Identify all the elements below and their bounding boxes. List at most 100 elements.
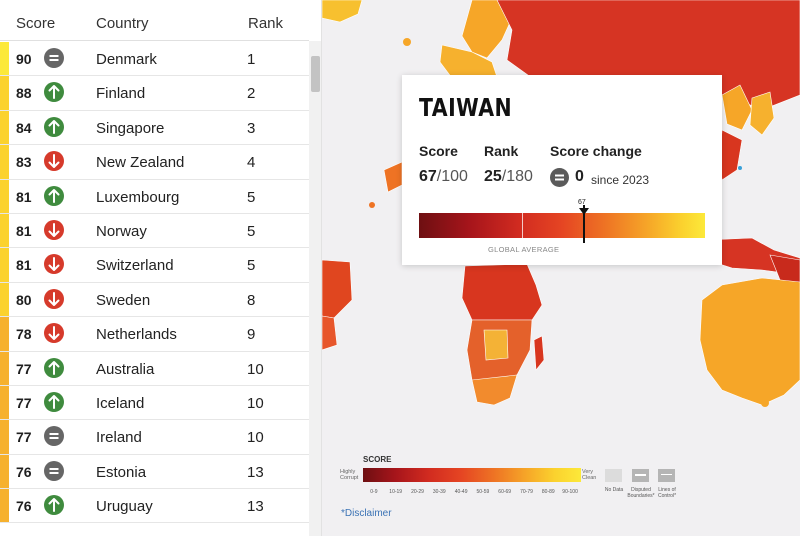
map-region-botswana[interactable] bbox=[483, 329, 509, 361]
row-rank: 5 bbox=[247, 257, 256, 275]
legend-range-label: 60-69 bbox=[498, 489, 512, 495]
table-row[interactable]: 90 Denmark 1 bbox=[0, 42, 309, 77]
legend-high-label: Very Clean bbox=[582, 469, 597, 481]
arrow-up-icon bbox=[44, 185, 64, 206]
score-color-strip bbox=[0, 454, 9, 489]
score-color-strip bbox=[0, 213, 9, 248]
table-row[interactable]: 80 Sweden 8 bbox=[0, 282, 309, 318]
row-country: Estonia bbox=[96, 463, 147, 481]
row-rank: 13 bbox=[247, 463, 264, 481]
legend-low-label: Highly Corrupt bbox=[340, 469, 359, 481]
row-score: 83 bbox=[16, 154, 32, 171]
map-region-central-africa[interactable] bbox=[461, 263, 543, 321]
arrow-down-icon bbox=[44, 323, 64, 344]
table-row[interactable]: 88 Finland 2 bbox=[0, 76, 309, 111]
row-country: Luxembourg bbox=[96, 188, 180, 206]
table-row[interactable]: 81 Norway 5 bbox=[0, 213, 309, 249]
popup-country-name: TAIWAN bbox=[419, 93, 513, 122]
score-color-strip bbox=[0, 282, 9, 317]
country-column-header[interactable]: Country bbox=[96, 15, 149, 32]
table-row[interactable]: 76 Uruguay 13 bbox=[0, 489, 309, 524]
row-rank: 10 bbox=[247, 394, 264, 412]
row-score: 81 bbox=[16, 222, 32, 239]
arrow-down-icon bbox=[44, 151, 64, 172]
legend-range-label: 90-100 bbox=[562, 489, 578, 495]
row-rank: 2 bbox=[247, 85, 256, 103]
map-region-west-africa-south[interactable] bbox=[322, 315, 338, 351]
legend-range-label: 80-89 bbox=[541, 489, 555, 495]
scrollbar-thumb[interactable] bbox=[311, 56, 320, 92]
legend-range-label: 20-29 bbox=[411, 489, 424, 495]
score-color-strip bbox=[0, 351, 9, 385]
row-rank: 3 bbox=[247, 119, 256, 137]
legend-range-label: 10-19 bbox=[389, 489, 403, 495]
map-region-japan[interactable] bbox=[749, 91, 775, 136]
row-country: Uruguay bbox=[96, 498, 153, 516]
arrow-up-icon bbox=[44, 495, 64, 516]
legend-title: SCORE bbox=[363, 455, 392, 464]
row-rank: 10 bbox=[247, 360, 264, 378]
arrow-down-icon bbox=[44, 254, 64, 275]
score-color-strip bbox=[0, 179, 9, 213]
popup-rank-value: 25/180 bbox=[484, 168, 533, 185]
legend-range-label: 30-39 bbox=[432, 489, 446, 495]
table-row[interactable]: 84 Singapore 3 bbox=[0, 110, 309, 146]
arrow-down-icon bbox=[44, 219, 64, 240]
score-color-strip bbox=[0, 145, 9, 179]
legend-range-label: 70-79 bbox=[520, 489, 533, 495]
score-column-header[interactable]: Score bbox=[16, 15, 55, 32]
row-score: 84 bbox=[16, 119, 32, 136]
row-country: New Zealand bbox=[96, 154, 185, 172]
rank-column-header[interactable]: Rank bbox=[248, 15, 283, 32]
map-region-west-africa[interactable] bbox=[322, 259, 353, 319]
score-color-strip bbox=[0, 489, 9, 523]
arrow-down-icon bbox=[44, 288, 64, 309]
popup-change-label: Score change bbox=[550, 143, 642, 159]
map-region-south-africa[interactable] bbox=[471, 374, 518, 406]
table-row[interactable]: 77 Ireland 10 bbox=[0, 420, 309, 455]
score-marker-label: 67 bbox=[578, 199, 586, 206]
table-row[interactable]: 78 Netherlands 9 bbox=[0, 317, 309, 352]
legend-range-label: 50-59 bbox=[476, 489, 490, 495]
row-score: 81 bbox=[16, 257, 32, 274]
legend-range-labels: 0-9 10-19 20-29 30-39 40-49 50-59 60-69 70-79 80… bbox=[363, 489, 581, 499]
table-row[interactable]: 76 Estonia 13 bbox=[0, 454, 309, 490]
table-row[interactable]: 83 New Zealand 4 bbox=[0, 145, 309, 180]
map-region-australia[interactable] bbox=[699, 277, 800, 406]
table-row[interactable]: 81 Luxembourg 5 bbox=[0, 179, 309, 214]
row-score: 77 bbox=[16, 394, 32, 411]
table-row[interactable]: 77 Australia 10 bbox=[0, 351, 309, 386]
map-region-mediterranean[interactable] bbox=[383, 161, 403, 193]
arrow-up-icon bbox=[44, 391, 64, 412]
map-region-uk[interactable] bbox=[322, 0, 363, 23]
arrow-up-icon bbox=[44, 116, 64, 137]
ranking-scrollbar[interactable] bbox=[309, 41, 321, 536]
popup-rank-label: Rank bbox=[484, 143, 519, 159]
row-country: Netherlands bbox=[96, 326, 177, 344]
disclaimer-link[interactable]: *Disclaimer bbox=[341, 508, 392, 519]
row-score: 80 bbox=[16, 291, 32, 308]
disputed-boundaries-swatch bbox=[632, 469, 649, 482]
score-color-strip bbox=[0, 385, 9, 420]
country-popup: TAIWAN Score Rank Score change 67/100 25… bbox=[402, 75, 722, 265]
row-score: 81 bbox=[16, 188, 32, 205]
row-country: Australia bbox=[96, 360, 155, 378]
score-color-strip bbox=[0, 110, 9, 145]
row-score: 78 bbox=[16, 326, 32, 343]
table-row[interactable]: 81 Switzerland 5 bbox=[0, 248, 309, 283]
row-country: Switzerland bbox=[96, 257, 174, 275]
equals-icon bbox=[44, 426, 64, 447]
map-region-madagascar[interactable] bbox=[533, 335, 545, 371]
row-country: Ireland bbox=[96, 429, 142, 447]
equals-icon bbox=[550, 168, 569, 187]
row-country: Denmark bbox=[96, 51, 157, 68]
row-rank: 10 bbox=[247, 429, 264, 447]
table-row[interactable]: 77 Iceland 10 bbox=[0, 385, 309, 421]
map-region-philippines[interactable] bbox=[719, 129, 743, 181]
row-rank: 1 bbox=[247, 51, 256, 68]
ranking-list: 90 Denmark 1 88 Finland 2 84 Singapore 3 83 New Ze… bbox=[0, 42, 309, 524]
score-color-strip bbox=[0, 248, 9, 282]
row-score: 76 bbox=[16, 498, 32, 515]
row-rank: 8 bbox=[247, 291, 256, 309]
equals-icon bbox=[44, 48, 64, 68]
